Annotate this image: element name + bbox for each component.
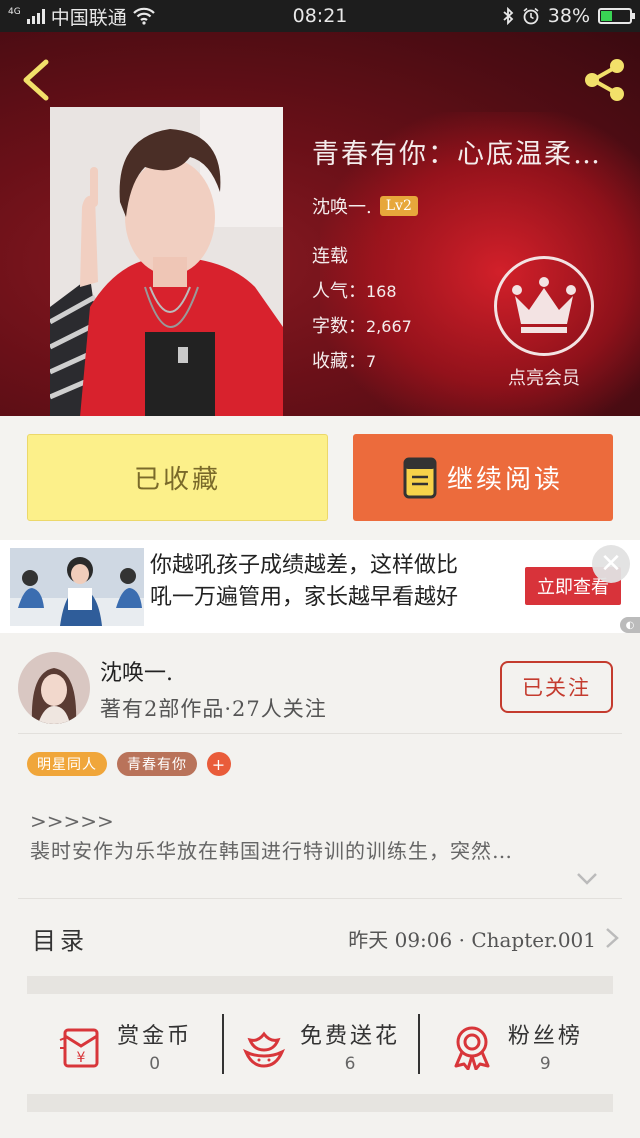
word-count-value: 2,667 [366,317,412,336]
network-type: 4G [8,6,21,17]
ad-close-icon[interactable]: ✕ [592,545,630,583]
tag-list: 明星同人 青春有你 + [27,752,231,776]
battery-percent: 38% [547,5,590,27]
stat-name: 粉丝榜 [507,1024,583,1049]
latest-chapter: 昨天 09:06 · Chapter.001 [348,927,596,952]
catalog-row[interactable]: 目录 昨天 09:06 · Chapter.001 [18,902,622,974]
interaction-stats: ¥ 赏金币 0 免费送花 6 粉丝榜 9 [27,1006,613,1086]
follow-button[interactable]: 已关注 [500,661,613,713]
action-bar: 已收藏 继续阅读 [0,416,640,540]
tag-item[interactable]: 明星同人 [27,752,107,776]
author-name[interactable]: 沈唤一. [100,655,173,687]
send-flower-button[interactable]: 免费送花 6 [222,1006,417,1086]
stat-name: 免费送花 [299,1024,400,1049]
author-stats: 著有2部作品·27人关注 [100,697,327,721]
crown-icon [512,277,576,333]
book-header: 青春有你：心底温柔… 沈唤一. Lv2 连载 人气：168 字数：2,667 收… [0,32,640,416]
author-card[interactable]: 沈唤一. 著有2部作品·27人关注 已关注 [0,643,640,733]
chevron-right-icon [606,928,619,948]
avatar[interactable] [18,652,90,724]
tag-item[interactable]: 青春有你 [117,752,197,776]
red-envelope-icon: ¥ [59,1028,99,1068]
back-arrow-icon[interactable] [18,58,54,102]
book-title: 青春有你：心底温柔… [312,139,602,170]
stat-value: 0 [149,1054,161,1074]
ad-image [10,548,144,626]
favorite-button[interactable]: 已收藏 [27,434,328,521]
section-spacer [27,1094,613,1112]
wifi-icon [132,7,155,25]
ad-headline-2: 吼一万遍管用，家长越早看越好 [150,585,459,610]
section-spacer [27,976,613,994]
battery-icon [598,8,635,24]
stat-value: 9 [539,1054,551,1074]
medal-icon [454,1026,490,1070]
signal-icon [26,8,45,24]
status-bar: 4G 中国联通 08:21 38% [0,0,640,32]
share-icon[interactable] [580,56,628,104]
favorites-value: 7 [366,352,377,371]
svg-text:¥: ¥ [77,1050,86,1066]
vip-button[interactable]: 点亮会员 [492,256,596,390]
chevron-down-icon[interactable] [576,872,598,886]
ad-headline-1: 你越吼孩子成绩越差，这样做比 [150,553,459,578]
description-line: >>>>> [30,809,114,833]
book-author[interactable]: 沈唤一. [312,193,372,219]
carrier: 中国联通 [50,6,127,29]
catalog-label: 目录 [32,926,88,955]
vip-label: 点亮会员 [508,368,580,389]
reward-coins-button[interactable]: ¥ 赏金币 0 [27,1006,222,1086]
add-tag-button[interactable]: + [207,752,231,776]
bluetooth-icon [503,7,514,25]
ad-marker-icon: ◐ [620,617,640,633]
alarm-icon [523,7,539,25]
divider [18,733,622,734]
continue-reading-button[interactable]: 继续阅读 [353,434,613,521]
description-line: 裴时安作为乐华放在韩国进行特训的训练生，突然… [30,839,513,863]
book-icon [403,457,437,498]
divider [18,898,622,899]
book-description[interactable]: >>>>> 裴时安作为乐华放在韩国进行特训的训练生，突然… [30,806,600,866]
book-cover[interactable] [50,107,283,416]
popularity-value: 168 [366,282,397,301]
ad-banner[interactable]: 你越吼孩子成绩越差，这样做比 吼一万遍管用，家长越早看越好 立即查看 [0,540,640,633]
fan-ranking-button[interactable]: 粉丝榜 9 [417,1006,613,1086]
stat-name: 赏金币 [117,1024,193,1049]
author-level-badge: Lv2 [379,196,418,216]
stat-value: 6 [344,1054,356,1074]
flower-icon [242,1031,285,1068]
